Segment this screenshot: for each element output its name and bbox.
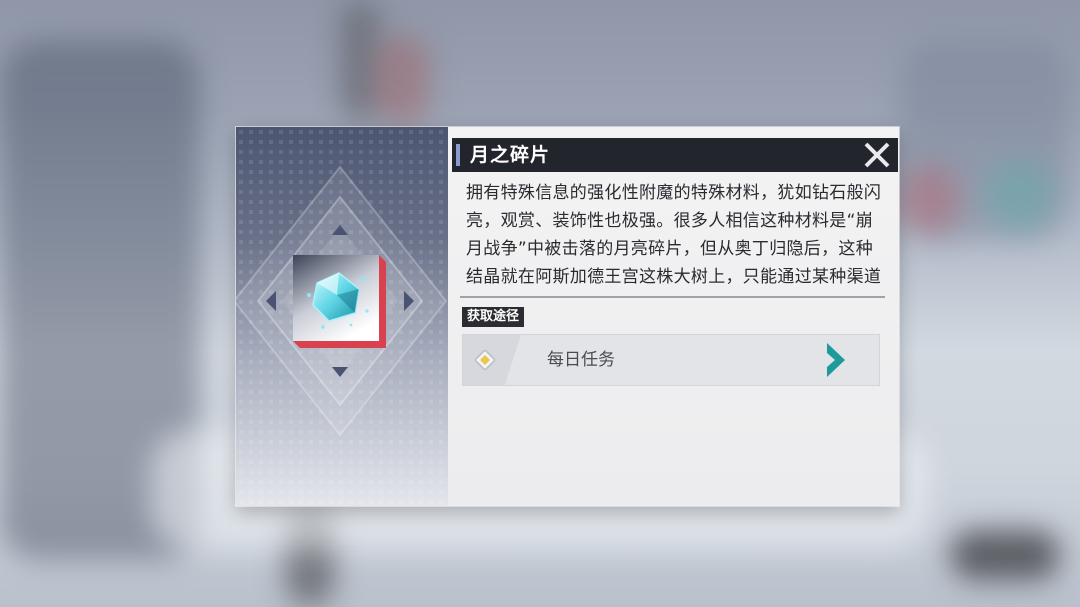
item-art-panel — [236, 127, 448, 506]
close-x-icon — [864, 142, 890, 168]
background-blur — [375, 35, 430, 125]
background-blur — [950, 530, 1060, 580]
diamond-icon — [473, 348, 497, 372]
item-info-panel: 月之碎片 拥有特殊信息的强化性附魔的特殊材料，犹如钻石般闪亮，观赏、装饰性也极强… — [448, 127, 899, 506]
description-scroll-area[interactable]: 拥有特殊信息的强化性附魔的特殊材料，犹如钻石般闪亮，观赏、装饰性也极强。很多人相… — [466, 179, 884, 291]
source-entry-label: 每日任务 — [547, 350, 615, 370]
background-blur — [340, 0, 380, 120]
moon-shard-crystal-icon — [293, 255, 386, 348]
game-screen: 月之碎片 拥有特殊信息的强化性附魔的特殊材料，犹如钻石般闪亮，观赏、装饰性也极强… — [0, 0, 1080, 607]
source-section-label: 获取途径 — [462, 307, 525, 327]
close-button[interactable] — [862, 141, 892, 169]
title-bar: 月之碎片 — [452, 138, 898, 172]
chevron-right-icon — [825, 343, 847, 377]
title-accent — [456, 144, 460, 166]
source-entry-daily-quest[interactable]: 每日任务 — [462, 334, 880, 386]
item-description: 拥有特殊信息的强化性附魔的特殊材料，犹如钻石般闪亮，观赏、装饰性也极强。很多人相… — [466, 183, 882, 287]
background-blur — [985, 160, 1055, 230]
divider — [460, 296, 885, 298]
background-blur — [900, 165, 960, 235]
item-detail-dialog: 月之碎片 拥有特殊信息的强化性附魔的特殊材料，犹如钻石般闪亮，观赏、装饰性也极强… — [236, 127, 899, 506]
item-name: 月之碎片 — [470, 144, 551, 166]
